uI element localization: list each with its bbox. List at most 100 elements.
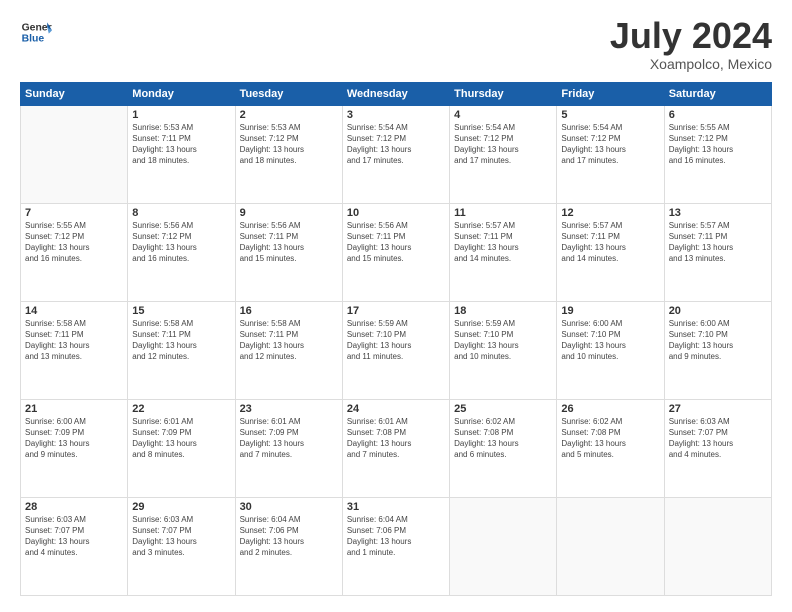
- day-cell: [450, 497, 557, 595]
- week-row-3: 14Sunrise: 5:58 AM Sunset: 7:11 PM Dayli…: [21, 301, 772, 399]
- day-info: Sunrise: 6:01 AM Sunset: 7:09 PM Dayligh…: [240, 416, 338, 461]
- day-number: 3: [347, 109, 445, 121]
- day-cell: 9Sunrise: 5:56 AM Sunset: 7:11 PM Daylig…: [235, 203, 342, 301]
- day-info: Sunrise: 5:55 AM Sunset: 7:12 PM Dayligh…: [25, 220, 123, 265]
- day-number: 19: [561, 305, 659, 317]
- day-number: 24: [347, 403, 445, 415]
- day-info: Sunrise: 5:54 AM Sunset: 7:12 PM Dayligh…: [454, 122, 552, 167]
- calendar-title: July 2024: [610, 16, 772, 56]
- day-info: Sunrise: 5:54 AM Sunset: 7:12 PM Dayligh…: [561, 122, 659, 167]
- day-info: Sunrise: 6:00 AM Sunset: 7:10 PM Dayligh…: [669, 318, 767, 363]
- day-number: 7: [25, 207, 123, 219]
- day-number: 1: [132, 109, 230, 121]
- day-info: Sunrise: 5:57 AM Sunset: 7:11 PM Dayligh…: [561, 220, 659, 265]
- day-info: Sunrise: 6:02 AM Sunset: 7:08 PM Dayligh…: [561, 416, 659, 461]
- col-sunday: Sunday: [21, 82, 128, 105]
- day-number: 12: [561, 207, 659, 219]
- svg-text:Blue: Blue: [22, 34, 45, 45]
- day-cell: 12Sunrise: 5:57 AM Sunset: 7:11 PM Dayli…: [557, 203, 664, 301]
- day-cell: 20Sunrise: 6:00 AM Sunset: 7:10 PM Dayli…: [664, 301, 771, 399]
- day-cell: 16Sunrise: 5:58 AM Sunset: 7:11 PM Dayli…: [235, 301, 342, 399]
- col-monday: Monday: [128, 82, 235, 105]
- day-cell: 13Sunrise: 5:57 AM Sunset: 7:11 PM Dayli…: [664, 203, 771, 301]
- day-info: Sunrise: 5:56 AM Sunset: 7:11 PM Dayligh…: [347, 220, 445, 265]
- day-cell: 30Sunrise: 6:04 AM Sunset: 7:06 PM Dayli…: [235, 497, 342, 595]
- day-number: 5: [561, 109, 659, 121]
- day-cell: 24Sunrise: 6:01 AM Sunset: 7:08 PM Dayli…: [342, 399, 449, 497]
- day-info: Sunrise: 6:03 AM Sunset: 7:07 PM Dayligh…: [132, 514, 230, 559]
- day-cell: 23Sunrise: 6:01 AM Sunset: 7:09 PM Dayli…: [235, 399, 342, 497]
- day-info: Sunrise: 5:56 AM Sunset: 7:11 PM Dayligh…: [240, 220, 338, 265]
- day-cell: 28Sunrise: 6:03 AM Sunset: 7:07 PM Dayli…: [21, 497, 128, 595]
- calendar-table: Sunday Monday Tuesday Wednesday Thursday…: [20, 82, 772, 596]
- weekday-header-row: Sunday Monday Tuesday Wednesday Thursday…: [21, 82, 772, 105]
- day-number: 28: [25, 501, 123, 513]
- day-number: 6: [669, 109, 767, 121]
- day-number: 9: [240, 207, 338, 219]
- day-info: Sunrise: 5:58 AM Sunset: 7:11 PM Dayligh…: [132, 318, 230, 363]
- day-info: Sunrise: 5:55 AM Sunset: 7:12 PM Dayligh…: [669, 122, 767, 167]
- day-cell: 19Sunrise: 6:00 AM Sunset: 7:10 PM Dayli…: [557, 301, 664, 399]
- day-info: Sunrise: 5:53 AM Sunset: 7:11 PM Dayligh…: [132, 122, 230, 167]
- col-thursday: Thursday: [450, 82, 557, 105]
- day-cell: 26Sunrise: 6:02 AM Sunset: 7:08 PM Dayli…: [557, 399, 664, 497]
- day-cell: 22Sunrise: 6:01 AM Sunset: 7:09 PM Dayli…: [128, 399, 235, 497]
- day-cell: 6Sunrise: 5:55 AM Sunset: 7:12 PM Daylig…: [664, 105, 771, 203]
- day-number: 27: [669, 403, 767, 415]
- day-number: 26: [561, 403, 659, 415]
- col-friday: Friday: [557, 82, 664, 105]
- day-number: 25: [454, 403, 552, 415]
- day-info: Sunrise: 5:58 AM Sunset: 7:11 PM Dayligh…: [240, 318, 338, 363]
- day-info: Sunrise: 6:00 AM Sunset: 7:09 PM Dayligh…: [25, 416, 123, 461]
- day-info: Sunrise: 5:59 AM Sunset: 7:10 PM Dayligh…: [454, 318, 552, 363]
- day-info: Sunrise: 6:03 AM Sunset: 7:07 PM Dayligh…: [25, 514, 123, 559]
- week-row-1: 1Sunrise: 5:53 AM Sunset: 7:11 PM Daylig…: [21, 105, 772, 203]
- day-number: 11: [454, 207, 552, 219]
- day-info: Sunrise: 5:56 AM Sunset: 7:12 PM Dayligh…: [132, 220, 230, 265]
- calendar-location: Xoampolco, Mexico: [610, 56, 772, 72]
- col-tuesday: Tuesday: [235, 82, 342, 105]
- day-cell: 5Sunrise: 5:54 AM Sunset: 7:12 PM Daylig…: [557, 105, 664, 203]
- page: General Blue July 2024 Xoampolco, Mexico…: [0, 0, 792, 612]
- day-number: 18: [454, 305, 552, 317]
- day-cell: 27Sunrise: 6:03 AM Sunset: 7:07 PM Dayli…: [664, 399, 771, 497]
- logo-icon: General Blue: [20, 16, 52, 48]
- day-info: Sunrise: 5:58 AM Sunset: 7:11 PM Dayligh…: [25, 318, 123, 363]
- day-cell: 14Sunrise: 5:58 AM Sunset: 7:11 PM Dayli…: [21, 301, 128, 399]
- day-cell: 17Sunrise: 5:59 AM Sunset: 7:10 PM Dayli…: [342, 301, 449, 399]
- day-cell: 21Sunrise: 6:00 AM Sunset: 7:09 PM Dayli…: [21, 399, 128, 497]
- day-number: 4: [454, 109, 552, 121]
- day-info: Sunrise: 6:04 AM Sunset: 7:06 PM Dayligh…: [240, 514, 338, 559]
- day-number: 17: [347, 305, 445, 317]
- day-number: 2: [240, 109, 338, 121]
- day-number: 22: [132, 403, 230, 415]
- week-row-2: 7Sunrise: 5:55 AM Sunset: 7:12 PM Daylig…: [21, 203, 772, 301]
- day-number: 13: [669, 207, 767, 219]
- day-number: 14: [25, 305, 123, 317]
- day-cell: 8Sunrise: 5:56 AM Sunset: 7:12 PM Daylig…: [128, 203, 235, 301]
- day-number: 10: [347, 207, 445, 219]
- day-number: 30: [240, 501, 338, 513]
- day-cell: 7Sunrise: 5:55 AM Sunset: 7:12 PM Daylig…: [21, 203, 128, 301]
- day-info: Sunrise: 6:02 AM Sunset: 7:08 PM Dayligh…: [454, 416, 552, 461]
- day-number: 29: [132, 501, 230, 513]
- day-cell: 2Sunrise: 5:53 AM Sunset: 7:12 PM Daylig…: [235, 105, 342, 203]
- col-saturday: Saturday: [664, 82, 771, 105]
- day-cell: 4Sunrise: 5:54 AM Sunset: 7:12 PM Daylig…: [450, 105, 557, 203]
- day-cell: 11Sunrise: 5:57 AM Sunset: 7:11 PM Dayli…: [450, 203, 557, 301]
- day-cell: 29Sunrise: 6:03 AM Sunset: 7:07 PM Dayli…: [128, 497, 235, 595]
- day-number: 16: [240, 305, 338, 317]
- day-info: Sunrise: 5:53 AM Sunset: 7:12 PM Dayligh…: [240, 122, 338, 167]
- day-cell: 15Sunrise: 5:58 AM Sunset: 7:11 PM Dayli…: [128, 301, 235, 399]
- col-wednesday: Wednesday: [342, 82, 449, 105]
- title-block: July 2024 Xoampolco, Mexico: [610, 16, 772, 72]
- logo: General Blue: [20, 16, 52, 48]
- day-number: 23: [240, 403, 338, 415]
- day-info: Sunrise: 5:57 AM Sunset: 7:11 PM Dayligh…: [669, 220, 767, 265]
- day-cell: 3Sunrise: 5:54 AM Sunset: 7:12 PM Daylig…: [342, 105, 449, 203]
- day-cell: [557, 497, 664, 595]
- day-info: Sunrise: 5:54 AM Sunset: 7:12 PM Dayligh…: [347, 122, 445, 167]
- day-cell: 25Sunrise: 6:02 AM Sunset: 7:08 PM Dayli…: [450, 399, 557, 497]
- day-number: 15: [132, 305, 230, 317]
- day-cell: 10Sunrise: 5:56 AM Sunset: 7:11 PM Dayli…: [342, 203, 449, 301]
